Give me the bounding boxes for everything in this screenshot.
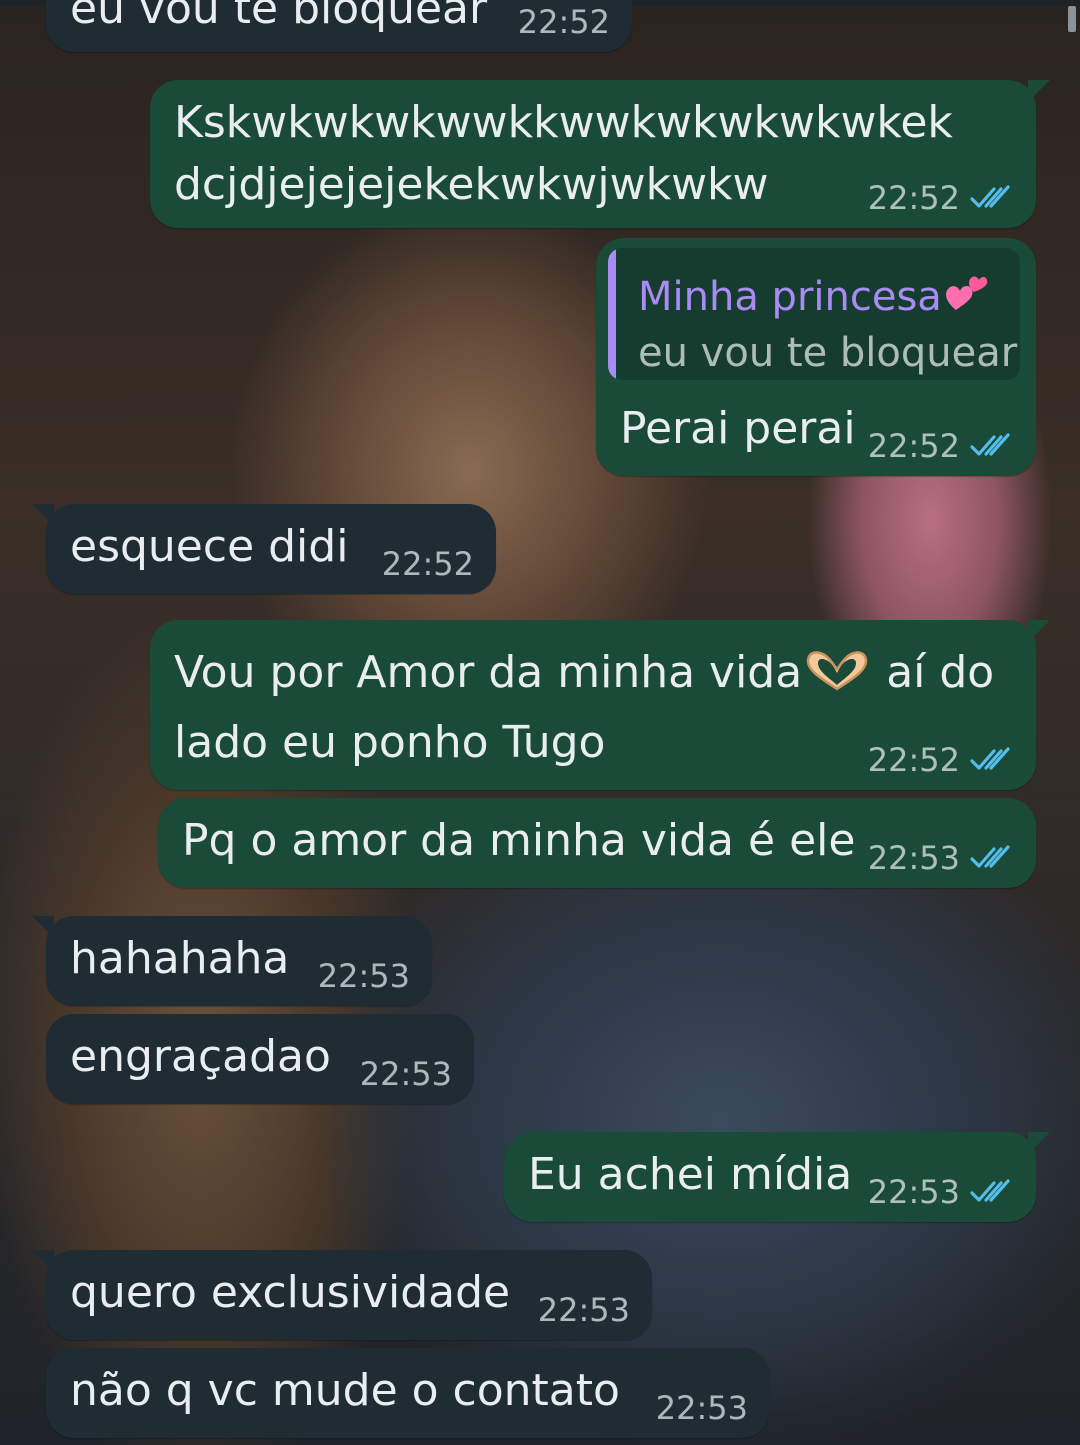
- message-text-line-1: Kskwkwkwkwwkkwwkwkwkwkwkek: [174, 97, 953, 148]
- message-meta: 22:53: [538, 1290, 630, 1330]
- message-incoming[interactable]: quero exclusividade 22:53: [32, 1250, 652, 1340]
- message-meta: 22:52: [868, 178, 1012, 218]
- message-incoming[interactable]: engraçadao 22:53: [46, 1014, 474, 1104]
- message-time: 22:53: [867, 839, 960, 877]
- message-time: 22:53: [317, 957, 410, 995]
- message-incoming[interactable]: eu vou te bloquear 22:52: [46, 0, 632, 52]
- message-meta: 22:52: [518, 2, 610, 42]
- message-incoming[interactable]: esquece didi 22:52: [32, 504, 496, 594]
- message-text: engraçadao: [70, 1031, 331, 1082]
- message-time: 22:52: [867, 179, 960, 217]
- message-outgoing[interactable]: Eu achei mídia 22:53: [504, 1132, 1050, 1222]
- message-text: Pq o amor da minha vida é ele: [182, 815, 856, 866]
- message-meta: 22:53: [868, 1172, 1012, 1212]
- message-text-line-2: dcjdjejejejekekwkwjwkwkw: [174, 159, 769, 210]
- read-ticks-icon: [970, 1179, 1012, 1205]
- message-time: 22:52: [867, 741, 960, 779]
- message-text-line-1: Vou por Amor da minha vida aí do: [174, 642, 994, 710]
- message-time: 22:52: [381, 545, 474, 583]
- message-outgoing-reply[interactable]: Minha princesa eu vou te bloquear Perai …: [596, 238, 1036, 476]
- message-text: hahahaha: [70, 933, 290, 984]
- message-time: 22:53: [359, 1055, 452, 1093]
- message-text: Eu achei mídia: [528, 1149, 853, 1200]
- message-outgoing[interactable]: Pq o amor da minha vida é ele 22:53: [158, 798, 1036, 888]
- message-meta: 22:53: [868, 838, 1012, 878]
- two-hearts-icon: [942, 270, 990, 328]
- message-text-part: aí do: [886, 647, 995, 698]
- read-ticks-icon: [970, 433, 1012, 459]
- read-ticks-icon: [970, 185, 1012, 211]
- quote-text: eu vou te bloquear: [638, 330, 1018, 376]
- message-text: esquece didi: [70, 521, 349, 572]
- quote-author: Minha princesa: [638, 270, 990, 328]
- quote-author-name: Minha princesa: [638, 274, 942, 320]
- message-time: 22:53: [867, 1173, 960, 1211]
- message-text-line-2: lado eu ponho Tugo: [174, 717, 606, 768]
- message-meta: 22:52: [382, 544, 474, 584]
- message-meta: 22:52: [868, 426, 1012, 466]
- quoted-message[interactable]: Minha princesa eu vou te bloquear: [608, 248, 1020, 380]
- message-text: quero exclusividade: [70, 1267, 511, 1318]
- message-time: 22:52: [517, 3, 610, 41]
- message-outgoing[interactable]: Kskwkwkwkwwkkwwkwkwkwkwkek dcjdjejejejek…: [150, 80, 1050, 228]
- message-incoming[interactable]: não q vc mude o contato 22:53: [46, 1348, 770, 1438]
- message-text: não q vc mude o contato: [70, 1365, 620, 1416]
- message-text: eu vou te bloquear: [70, 0, 488, 34]
- message-outgoing[interactable]: Vou por Amor da minha vida aí do lado eu…: [150, 620, 1050, 790]
- heart-hands-icon: [802, 648, 872, 710]
- message-text-part: Vou por Amor da minha vida: [174, 647, 803, 698]
- message-meta: 22:53: [656, 1388, 748, 1428]
- message-time: 22:53: [537, 1291, 630, 1329]
- message-text: Perai perai: [620, 403, 856, 454]
- message-meta: 22:53: [318, 956, 410, 996]
- message-incoming[interactable]: hahahaha 22:53: [32, 916, 432, 1006]
- message-meta: 22:53: [360, 1054, 452, 1094]
- read-ticks-icon: [970, 747, 1012, 773]
- scrollbar[interactable]: [1068, 6, 1076, 32]
- message-meta: 22:52: [868, 740, 1012, 780]
- message-time: 22:53: [655, 1389, 748, 1427]
- quote-accent-bar: [608, 248, 616, 380]
- message-time: 22:52: [867, 427, 960, 465]
- read-ticks-icon: [970, 845, 1012, 871]
